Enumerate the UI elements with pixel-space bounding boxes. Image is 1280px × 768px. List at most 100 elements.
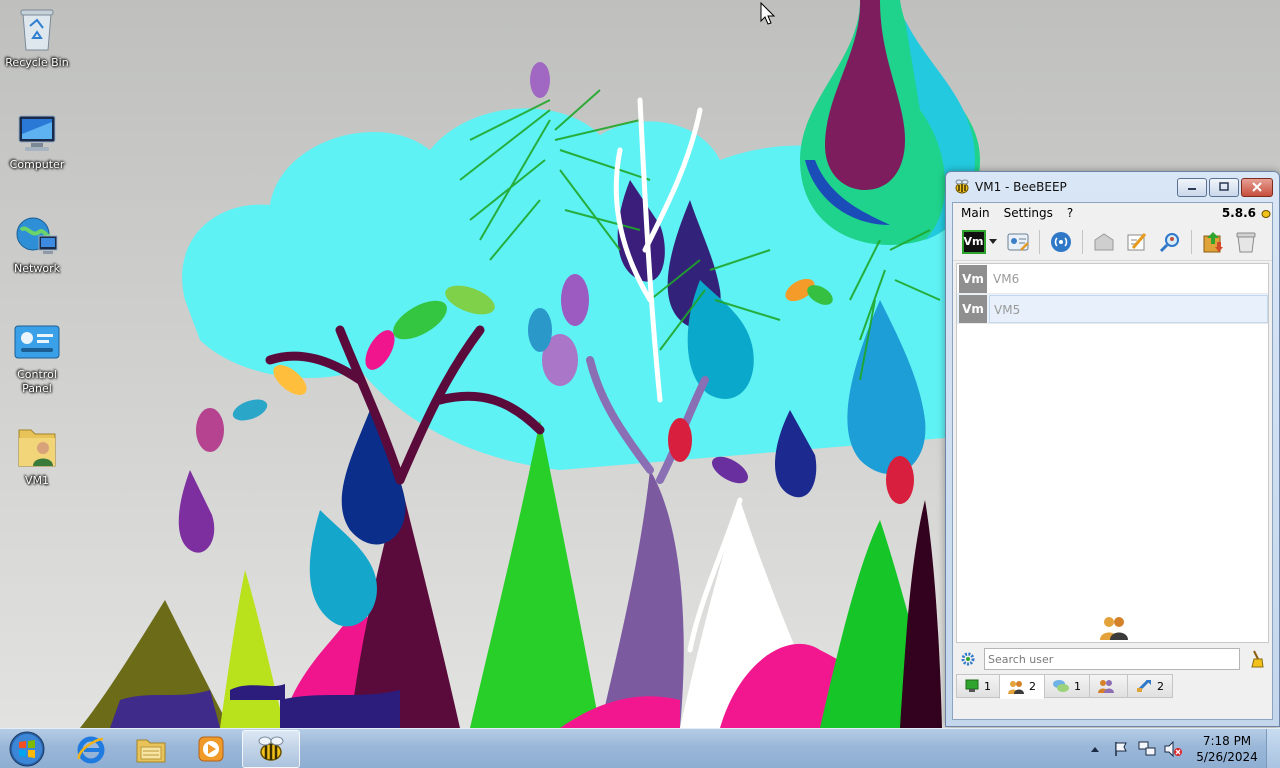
- toolbar: Vm: [953, 223, 1272, 261]
- volume-button[interactable]: [1162, 738, 1184, 760]
- user-avatar: Vm: [959, 294, 987, 323]
- maximize-icon: [1219, 182, 1229, 191]
- menu-help[interactable]: ?: [1067, 206, 1073, 220]
- user-name: VM5: [989, 294, 1268, 323]
- groups-icon: [1098, 680, 1114, 693]
- internet-explorer-icon: [77, 736, 105, 763]
- beebeep-version-icon: [1261, 210, 1271, 218]
- tab-users[interactable]: 2: [999, 674, 1045, 699]
- desktop-icon-label: Control Panel: [17, 368, 57, 395]
- desktop-icon-recycle-bin[interactable]: Recycle Bin: [4, 6, 70, 70]
- settings-gear-icon[interactable]: [960, 651, 976, 667]
- taskbar-windows-explorer[interactable]: [122, 730, 180, 768]
- network-button[interactable]: [1047, 228, 1075, 256]
- user-row[interactable]: Vm VM6: [957, 264, 1268, 294]
- clear-all-button[interactable]: [1232, 228, 1260, 256]
- network-status-button[interactable]: [1136, 738, 1158, 760]
- tab-count: 1: [1074, 679, 1081, 693]
- menu-bar: Main Settings ? 5.8.6: [953, 203, 1272, 223]
- tab-count: 2: [1157, 679, 1164, 693]
- system-tray: 7:18 PM 5/26/2024: [1082, 728, 1280, 768]
- chevron-up-icon: [1091, 746, 1099, 752]
- search-bar: [956, 645, 1269, 673]
- tab-chat[interactable]: 1: [956, 674, 1000, 698]
- user-list[interactable]: Vm VM6 Vm VM5: [956, 263, 1269, 643]
- desktop-icon-label: VM1: [24, 474, 49, 487]
- menu-main[interactable]: Main: [961, 206, 990, 220]
- network-icon: [16, 217, 58, 254]
- chat-screen-icon: [965, 679, 979, 692]
- tab-file-sharing[interactable]: 2: [1127, 674, 1173, 698]
- avatar: Vm: [961, 229, 986, 254]
- taskbar-clock[interactable]: 7:18 PM 5/26/2024: [1192, 733, 1262, 765]
- beebeep-app-icon: [955, 179, 969, 194]
- chats-icon: [1053, 680, 1069, 692]
- window-title: VM1 - BeeBEEP: [975, 180, 1067, 194]
- envelope-icon: [1094, 232, 1114, 250]
- tab-count: 1: [984, 679, 991, 693]
- trash-icon: [1236, 232, 1256, 252]
- version-label: 5.8.6: [1221, 206, 1256, 220]
- taskbar-internet-explorer[interactable]: [62, 730, 120, 768]
- toolbar-separator: [1191, 229, 1192, 254]
- network-tray-icon: [1138, 741, 1156, 755]
- close-button[interactable]: [1241, 177, 1273, 197]
- clock-time: 7:18 PM: [1202, 733, 1252, 748]
- tab-count: 2: [1029, 680, 1036, 693]
- show-hidden-icons-button[interactable]: [1084, 738, 1106, 760]
- recycle-bin-icon: [20, 9, 54, 51]
- tab-groups[interactable]: [1089, 674, 1128, 698]
- create-group-button[interactable]: [1090, 228, 1118, 256]
- search-user-input[interactable]: [984, 648, 1240, 670]
- taskbar: 7:18 PM 5/26/2024: [0, 728, 1280, 768]
- chevron-down-icon: [988, 238, 997, 244]
- desktop-icon-label: Computer: [9, 158, 65, 171]
- bottom-tabs: 1 2 1 2: [956, 674, 1173, 699]
- window-titlebar[interactable]: VM1 - BeeBEEP: [946, 172, 1279, 202]
- control-panel-icon: [14, 325, 60, 359]
- desktop-icon-control-panel[interactable]: Control Panel: [4, 324, 70, 396]
- user-avatar: Vm: [959, 264, 987, 293]
- avatar-text: Vm: [963, 235, 984, 248]
- desktop-icon-computer[interactable]: Computer: [4, 114, 70, 172]
- users-icon: [1008, 680, 1024, 694]
- mouse-cursor-icon: [760, 2, 776, 25]
- clear-search-broom-icon[interactable]: [1248, 650, 1264, 668]
- edit-profile-button[interactable]: [1004, 228, 1032, 256]
- profile-card-icon: [1007, 233, 1029, 251]
- pencil-note-icon: [1127, 232, 1147, 250]
- desktop-icon-label: Recycle Bin: [5, 56, 69, 69]
- search-users-icon: [1159, 232, 1179, 252]
- show-desktop-button[interactable]: [1266, 728, 1280, 768]
- tab-chats[interactable]: 1: [1044, 674, 1090, 698]
- beebeep-window[interactable]: VM1 - BeeBEEP Main Settings ? 5.8.6 Vm V…: [945, 171, 1280, 727]
- minimize-icon: [1188, 188, 1196, 190]
- maximize-button[interactable]: [1209, 177, 1239, 197]
- action-center-button[interactable]: [1110, 738, 1132, 760]
- minimize-button[interactable]: [1177, 177, 1207, 197]
- desktop-icon-network[interactable]: Network: [4, 214, 70, 276]
- write-message-button[interactable]: [1123, 228, 1151, 256]
- start-button[interactable]: [0, 729, 54, 768]
- user-row[interactable]: Vm VM5: [957, 294, 1268, 324]
- desktop-icon-vm1-folder[interactable]: VM1: [4, 424, 70, 488]
- file-transfer-button[interactable]: [1199, 228, 1227, 256]
- broadcast-icon: [1051, 231, 1071, 252]
- toolbar-separator: [1039, 229, 1040, 254]
- search-users-button[interactable]: [1156, 228, 1184, 256]
- beebeep-icon: [258, 736, 284, 761]
- avatar-status-button[interactable]: Vm: [959, 228, 999, 256]
- window-client-area: Main Settings ? 5.8.6 Vm Vm VM6 Vm VM5 S…: [952, 202, 1273, 720]
- computer-icon: [18, 115, 56, 151]
- taskbar-beebeep[interactable]: [242, 729, 300, 768]
- menu-settings[interactable]: Settings: [1004, 206, 1053, 220]
- taskbar-media-player[interactable]: [182, 730, 240, 768]
- file-sharing-icon: [1136, 679, 1151, 693]
- close-icon: [1252, 182, 1262, 192]
- windows-start-icon: [9, 731, 45, 766]
- clock-date: 5/26/2024: [1196, 749, 1258, 764]
- file-transfer-icon: [1203, 231, 1223, 252]
- toolbar-separator: [1082, 229, 1083, 254]
- desktop-icon-label: Network: [14, 262, 60, 275]
- action-center-flag-icon: [1115, 741, 1127, 756]
